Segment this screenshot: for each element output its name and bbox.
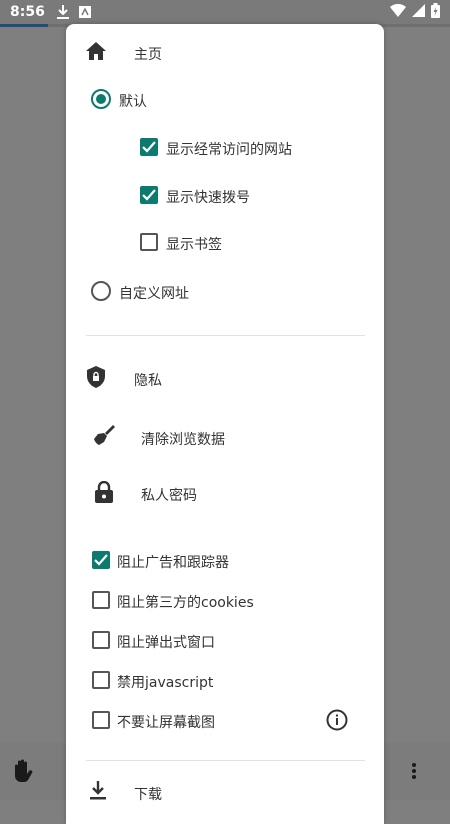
info-icon[interactable] — [326, 709, 348, 735]
settings-panel: 主页 默认 显示经常访问的网站 显示快速拨号 显示书签 自定义网址 隐私 清除浏… — [66, 24, 384, 824]
battery-icon — [431, 2, 440, 22]
broom-icon — [93, 425, 115, 451]
radio-default-label: 默认 — [119, 94, 147, 110]
divider — [86, 760, 365, 761]
hand-icon[interactable] — [10, 758, 36, 788]
divider — [86, 335, 365, 336]
home-icon — [86, 42, 106, 64]
checkbox-block-popups[interactable] — [92, 631, 110, 649]
app-notification-icon — [78, 6, 91, 18]
action-private-password[interactable]: 私人密码 — [141, 485, 197, 505]
radio-custom-url-label: 自定义网址 — [119, 286, 189, 302]
lock-icon — [95, 480, 113, 507]
more-vert-icon[interactable] — [411, 762, 417, 784]
signal-icon — [412, 3, 425, 21]
status-bar: 8:56 — [0, 0, 450, 24]
checkbox-bookmarks-label: 显示书签 — [166, 237, 222, 253]
checkbox-disable-javascript-label: 禁用javascript — [117, 675, 214, 691]
checkbox-frequent-sites-label: 显示经常访问的网站 — [166, 142, 292, 158]
checkbox-block-ads[interactable] — [92, 551, 110, 569]
checkbox-disable-javascript[interactable] — [92, 671, 110, 689]
radio-default[interactable] — [91, 89, 111, 109]
wifi-icon — [390, 3, 406, 21]
checkbox-block-ads-label: 阻止广告和跟踪器 — [117, 555, 229, 571]
section-title-downloads: 下载 — [134, 787, 162, 803]
radio-custom-url[interactable] — [91, 281, 111, 301]
shield-icon — [87, 366, 105, 392]
checkbox-speed-dial-label: 显示快速拨号 — [166, 190, 250, 206]
checkbox-speed-dial[interactable] — [140, 186, 158, 204]
checkbox-frequent-sites[interactable] — [140, 138, 158, 156]
download-icon — [56, 5, 69, 19]
section-title-privacy: 隐私 — [134, 373, 162, 389]
checkbox-block-popups-label: 阻止弹出式窗口 — [117, 635, 215, 651]
status-time: 8:56 — [10, 4, 45, 20]
section-title-homepage: 主页 — [134, 47, 162, 63]
checkbox-third-party-cookies-label: 阻止第三方的cookies — [117, 595, 254, 611]
checkbox-no-screenshots-label: 不要让屏幕截图 — [117, 715, 215, 731]
action-clear-data[interactable]: 清除浏览数据 — [141, 429, 225, 449]
download-icon — [90, 781, 106, 804]
checkbox-third-party-cookies[interactable] — [92, 591, 110, 609]
checkbox-no-screenshots[interactable] — [92, 711, 110, 729]
checkbox-bookmarks[interactable] — [140, 233, 158, 251]
